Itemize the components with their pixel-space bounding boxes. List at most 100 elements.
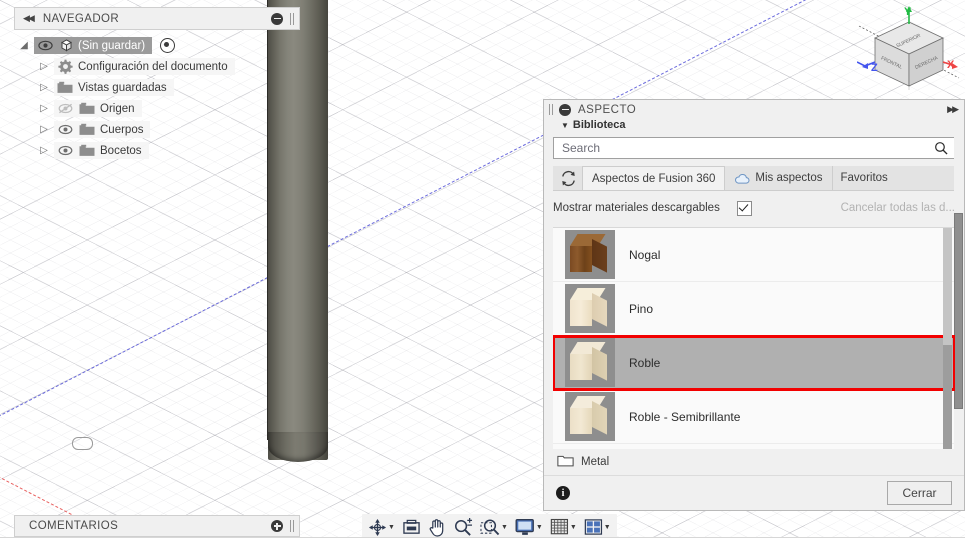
visibility-eye-hidden-icon[interactable] [54, 103, 76, 114]
expand-triangle-icon[interactable]: ◢ [14, 40, 34, 51]
appearance-panel-body: Aspectos de Fusion 360 Mis aspectos Favo… [544, 130, 964, 475]
wood-cube-thumbnail [565, 230, 615, 279]
drag-grip-icon[interactable] [290, 12, 295, 25]
activate-target-icon[interactable] [160, 38, 176, 53]
material-row-pino[interactable]: Pino [553, 282, 955, 336]
folder-icon [76, 102, 98, 115]
viewcube[interactable]: SUPERIOR FRONTAL DERECHA Y X Z [856, 0, 961, 98]
material-list-container[interactable]: Nogal Pino Roble Roble - Semibrillante [553, 227, 955, 449]
search-input[interactable] [560, 140, 934, 156]
tab-favoritos[interactable]: Favoritos [832, 166, 897, 190]
material-row-nogal[interactable]: Nogal [553, 228, 955, 282]
search-row [553, 137, 955, 159]
viewport-layout-button[interactable]: ▼ [581, 515, 614, 539]
material-list-scrollbar-thumb-upper[interactable] [943, 228, 952, 345]
tab-aspectos-de-fusion-360[interactable]: Aspectos de Fusion 360 [582, 166, 726, 190]
tree-item-sin-guardar[interactable]: ◢ (Sin guardar) [14, 35, 300, 56]
chevron-down-icon[interactable]: ▼ [501, 524, 508, 531]
drag-grip-icon[interactable] [549, 104, 553, 115]
tree-item-label: Configuración del documento [78, 60, 228, 73]
browser-panel: ◀◀ NAVEGADOR ◢ (Sin guardar) ▷ Configura… [14, 7, 300, 161]
library-section-header[interactable]: ▼ Biblioteca [544, 119, 964, 130]
origin-point-marker[interactable] [72, 437, 93, 450]
close-button[interactable]: Cerrar [887, 481, 952, 505]
pan-button[interactable] [425, 515, 449, 539]
folder-icon [557, 454, 574, 470]
chevron-down-icon[interactable]: ▼ [536, 524, 543, 531]
cancel-all-downloads-button[interactable]: Cancelar todas las d... [841, 202, 955, 214]
show-downloadable-checkbox[interactable] [736, 200, 752, 216]
look-at-button[interactable] [399, 515, 424, 539]
display-settings-icon [515, 519, 534, 535]
tab-mis-aspectos[interactable]: Mis aspectos [724, 166, 833, 190]
orbit-button[interactable]: ▼ [365, 515, 398, 539]
drag-grip-icon[interactable] [290, 520, 295, 532]
cube-icon [56, 38, 76, 53]
search-icon[interactable] [934, 141, 948, 155]
tree-item-configuracion-del-documento[interactable]: ▷ Configuración del documento [14, 56, 300, 77]
viewport-layout-icon [584, 519, 602, 535]
minus-circle-icon[interactable] [271, 12, 283, 25]
plus-circle-icon[interactable] [271, 520, 283, 532]
expand-triangle-icon[interactable]: ▷ [34, 145, 54, 156]
viewcube-axis-label-z: Z [871, 62, 878, 74]
expand-triangle-icon[interactable]: ▷ [34, 61, 54, 72]
visibility-eye-icon[interactable] [34, 40, 56, 51]
expand-triangle-icon[interactable]: ▷ [34, 82, 54, 93]
expand-triangle-icon[interactable]: ▷ [34, 103, 54, 114]
zoom-button[interactable] [450, 515, 476, 539]
chevron-down-icon[interactable]: ▼ [561, 121, 569, 130]
panel-scrollbar-thumb[interactable] [954, 213, 963, 409]
visibility-eye-icon[interactable] [54, 124, 76, 135]
folder-icon [76, 123, 98, 136]
chevron-down-icon[interactable]: ▼ [388, 524, 395, 531]
chevron-down-icon[interactable]: ▼ [570, 524, 577, 531]
visibility-eye-icon[interactable] [54, 145, 76, 156]
tree-item-label: Origen [100, 102, 135, 115]
zoom-icon [454, 517, 472, 536]
pan-hand-icon [429, 518, 444, 537]
show-downloadable-row: Mostrar materiales descargables Cancelar… [553, 191, 955, 221]
status-bar [0, 537, 965, 545]
library-tabs: Aspectos de Fusion 360 Mis aspectos Favo… [553, 166, 955, 191]
collapse-left-arrows-icon[interactable]: ◀◀ [23, 13, 35, 24]
expand-right-arrows-icon[interactable]: ▶▶ [947, 104, 959, 115]
gear-icon [54, 59, 76, 74]
refresh-button[interactable] [553, 166, 583, 190]
browser-header: ◀◀ NAVEGADOR [14, 7, 300, 30]
material-row-roble[interactable]: Roble [553, 335, 955, 391]
tree-item-cuerpos[interactable]: ▷ Cuerpos [14, 119, 300, 140]
tab-label: Mis aspectos [755, 172, 823, 184]
viewcube-axis-label-x: X [947, 59, 955, 71]
chevron-down-icon[interactable]: ▼ [604, 524, 611, 531]
material-list-scrollbar-thumb-lower[interactable] [943, 345, 952, 449]
comments-panel: COMENTARIOS [14, 515, 300, 537]
grid-snaps-button[interactable]: ▼ [547, 515, 580, 539]
material-group-metal[interactable]: Metal [553, 449, 955, 475]
tab-label: Aspectos de Fusion 360 [592, 172, 716, 185]
info-icon[interactable]: i [556, 486, 570, 500]
orbit-icon [368, 518, 387, 536]
tree-item-bocetos[interactable]: ▷ Bocetos [14, 140, 300, 161]
tree-item-vistas-guardadas[interactable]: ▷ Vistas guardadas [14, 77, 300, 98]
appearance-panel-title: ASPECTO [578, 103, 637, 116]
tree-item-origen[interactable]: ▷ Origen [14, 98, 300, 119]
comments-title: COMENTARIOS [29, 520, 119, 532]
appearance-panel-footer: i Cerrar [544, 475, 964, 510]
cloud-icon [735, 173, 750, 184]
material-group-label: Metal [581, 456, 610, 468]
minus-circle-icon[interactable] [559, 103, 571, 116]
tree-item-label: Cuerpos [100, 123, 144, 136]
display-settings-button[interactable]: ▼ [512, 515, 546, 539]
material-name: Roble - Semibrillante [629, 409, 741, 424]
material-row-roble-semibrillante[interactable]: Roble - Semibrillante [553, 390, 955, 444]
expand-triangle-icon[interactable]: ▷ [34, 124, 54, 135]
browser-title: NAVEGADOR [42, 12, 120, 25]
zoom-window-button[interactable]: ▼ [477, 515, 511, 539]
tree-item-label: Vistas guardadas [78, 81, 167, 94]
folder-icon [54, 81, 76, 94]
look-at-icon [403, 519, 420, 534]
fusion360-app-window: SUPERIOR FRONTAL DERECHA Y X Z ◀◀ NAVEGA… [0, 0, 965, 545]
wood-cube-thumbnail [565, 392, 615, 441]
material-name: Nogal [629, 247, 661, 262]
